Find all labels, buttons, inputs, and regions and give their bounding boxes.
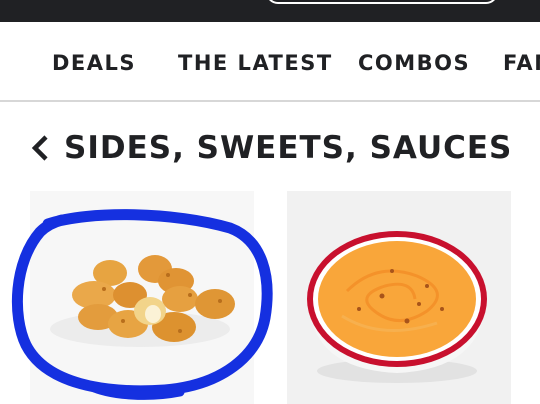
section-header: SIDES, SWEETS, SAUCES: [30, 128, 512, 168]
nav-item-deals[interactable]: DEALS: [52, 52, 136, 74]
cheese-sauce-image: [307, 231, 487, 383]
category-nav: DEALS THE LATEST COMBOS FAM: [0, 22, 540, 102]
nav-item-combos[interactable]: COMBOS: [358, 52, 470, 74]
top-bar: [0, 0, 540, 22]
chevron-left-icon[interactable]: [30, 128, 56, 168]
product-card-cheese-sauce[interactable]: [287, 191, 511, 404]
nav-item-family[interactable]: FAM: [503, 52, 540, 74]
cheese-curds-image: [50, 255, 235, 347]
nav-item-the-latest[interactable]: THE LATEST: [178, 52, 333, 74]
page-title: SIDES, SWEETS, SAUCES: [64, 130, 513, 166]
search-pill[interactable]: [266, 0, 498, 4]
product-card-cheese-curds[interactable]: [30, 191, 254, 404]
